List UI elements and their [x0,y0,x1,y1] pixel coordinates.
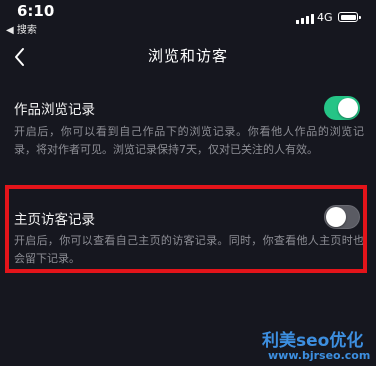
watermark-title: 利美seo优化 [262,331,364,351]
watermark-url: www.bjrseo.com [268,349,371,362]
status-bar: 6:10 ◀ 搜索 4G [0,0,376,36]
network-type: 4G [317,11,333,24]
setting-works-browse-record: 作品浏览记录 开启后，你可以看到自己作品下的浏览记录。你看他人作品的浏览记录，将… [0,92,376,182]
nav-bar: 浏览和访客 [0,36,376,76]
setting-description: 开启后，你可以查看自己主页的访客记录。同时，你查看他人主页时也会留下记录。 [14,234,364,265]
toggle-knob [338,98,358,118]
homepage-visitor-record-toggle[interactable] [324,205,360,229]
setting-description: 开启后，你可以看到自己作品下的浏览记录。你看他人作品的浏览记录，将对作者可见。浏… [14,125,364,156]
setting-homepage-visitor-record: 主页访客记录 开启后，你可以查看自己主页的访客记录。同时，你查看他人主页时也会留… [0,203,376,273]
setting-title: 作品浏览记录 [14,102,95,118]
back-to-app-link[interactable]: ◀ 搜索 [6,21,37,36]
page-title: 浏览和访客 [147,47,228,65]
works-browse-record-toggle[interactable] [324,96,360,120]
setting-title: 主页访客记录 [14,212,95,228]
signal-icon [296,14,314,24]
battery-icon [338,12,361,22]
status-time: 6:10 [17,2,55,20]
toggle-knob [326,207,346,227]
watermark: 利美seo优化 www.bjrseo.com [262,326,372,366]
